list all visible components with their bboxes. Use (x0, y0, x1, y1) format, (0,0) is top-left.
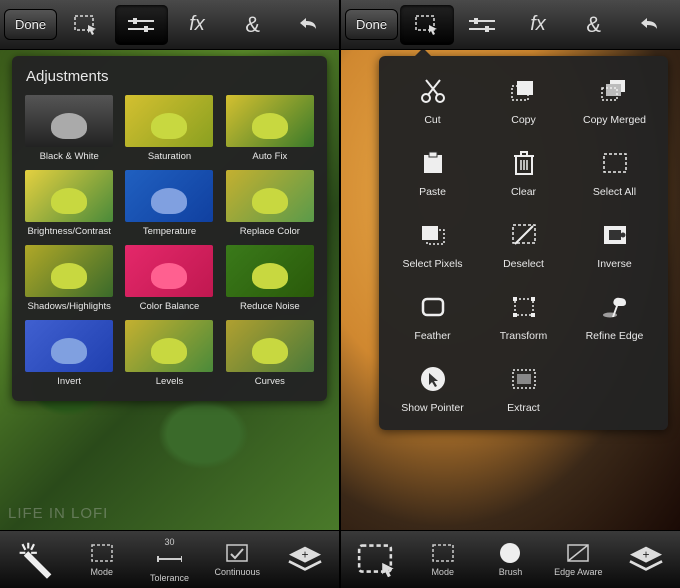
lasso-icon (359, 546, 390, 572)
sel-show-pointer[interactable]: Show Pointer (391, 364, 474, 414)
selection-tool-button[interactable] (59, 5, 113, 45)
sel-clear[interactable]: Clear (482, 148, 565, 198)
wand-button[interactable] (0, 531, 68, 588)
copy-merged-icon (600, 76, 630, 106)
undo-button[interactable] (622, 5, 676, 45)
layers-icon: + (289, 546, 320, 572)
clear-icon (509, 148, 539, 178)
adj-brightness-contrast[interactable]: Brightness/Contrast (22, 170, 116, 237)
brush-button[interactable]: Brush (477, 531, 545, 588)
sel-inverse[interactable]: Inverse (573, 220, 656, 270)
sel-transform[interactable]: Transform (482, 292, 565, 342)
select-pixels-icon (418, 220, 448, 250)
layers-icon: + (630, 546, 661, 572)
feather-icon (418, 292, 448, 322)
svg-text:+: + (643, 547, 650, 561)
adj-auto-fix[interactable]: Auto Fix (223, 95, 317, 162)
done-button[interactable]: Done (345, 9, 398, 40)
adj-invert[interactable]: Invert (22, 320, 116, 387)
canvas-right: Cut Copy Copy Merged Paste Clear Select … (341, 50, 680, 530)
adj-levels[interactable]: Levels (122, 320, 216, 387)
adj-saturation[interactable]: Saturation (122, 95, 216, 162)
tolerance-button[interactable]: 30Tolerance (136, 531, 204, 588)
selection-panel: Cut Copy Copy Merged Paste Clear Select … (379, 56, 668, 430)
cut-icon (418, 76, 448, 106)
selection-tool-button[interactable] (400, 5, 454, 45)
layers-button[interactable]: + (612, 531, 680, 588)
bottombar-right: Mode Brush Edge Aware + (341, 530, 680, 588)
select-all-icon (600, 148, 630, 178)
fx-button[interactable]: fx (511, 5, 565, 45)
screenshot-left: Done fx & LIFE IN LOFI Adjustments Black… (0, 0, 339, 588)
screenshot-right: Done fx & Cut Copy Copy Merged Paste Cle… (341, 0, 680, 588)
canvas-left: LIFE IN LOFI Adjustments Black & White S… (0, 50, 339, 530)
ampersand-button[interactable]: & (226, 5, 280, 45)
panel-title: Adjustments (22, 68, 317, 85)
sel-select-all[interactable]: Select All (573, 148, 656, 198)
adjustments-grid: Black & White Saturation Auto Fix Bright… (22, 95, 317, 387)
mode-button[interactable]: Mode (409, 531, 477, 588)
inverse-icon (600, 220, 630, 250)
sel-extract[interactable]: Extract (482, 364, 565, 414)
mode-icon (430, 542, 456, 564)
layers-button[interactable]: + (271, 531, 339, 588)
watermark: LIFE IN LOFI (8, 505, 108, 522)
adjustments-button[interactable] (456, 5, 510, 45)
sel-deselect[interactable]: Deselect (482, 220, 565, 270)
lasso-button[interactable] (341, 531, 409, 588)
mode-icon (89, 542, 115, 564)
sel-feather[interactable]: Feather (391, 292, 474, 342)
edge-aware-icon (565, 542, 591, 564)
undo-button[interactable] (281, 5, 335, 45)
ampersand-button[interactable]: & (567, 5, 621, 45)
sel-refine-edge[interactable]: Refine Edge (573, 292, 656, 342)
sel-copy-merged[interactable]: Copy Merged (573, 76, 656, 126)
extract-icon (509, 364, 539, 394)
tolerance-icon (156, 548, 182, 570)
adj-black-white[interactable]: Black & White (22, 95, 116, 162)
sel-select-pixels[interactable]: Select Pixels (391, 220, 474, 270)
adjustments-button[interactable] (115, 5, 169, 45)
edge-aware-button[interactable]: Edge Aware (544, 531, 612, 588)
topbar-left: Done fx & (0, 0, 339, 50)
adj-temperature[interactable]: Temperature (122, 170, 216, 237)
adj-color-balance[interactable]: Color Balance (122, 245, 216, 312)
adj-curves[interactable]: Curves (223, 320, 317, 387)
deselect-icon (509, 220, 539, 250)
mode-button[interactable]: Mode (68, 531, 136, 588)
continuous-button[interactable]: Continuous (203, 531, 271, 588)
adj-replace-color[interactable]: Replace Color (223, 170, 317, 237)
selection-grid: Cut Copy Copy Merged Paste Clear Select … (391, 76, 656, 414)
continuous-icon (224, 542, 250, 564)
adjustments-panel: Adjustments Black & White Saturation Aut… (12, 56, 327, 401)
paste-icon (418, 148, 448, 178)
fx-button[interactable]: fx (170, 5, 224, 45)
show-pointer-icon (418, 364, 448, 394)
adj-reduce-noise[interactable]: Reduce Noise (223, 245, 317, 312)
sel-copy[interactable]: Copy (482, 76, 565, 126)
adj-shadows-highlights[interactable]: Shadows/Highlights (22, 245, 116, 312)
sel-paste[interactable]: Paste (391, 148, 474, 198)
topbar-right: Done fx & (341, 0, 680, 50)
transform-icon (509, 292, 539, 322)
sel-cut[interactable]: Cut (391, 76, 474, 126)
bottombar-left: Mode 30Tolerance Continuous + (0, 530, 339, 588)
svg-text:+: + (302, 547, 309, 561)
wand-icon (18, 546, 49, 572)
done-button[interactable]: Done (4, 9, 57, 40)
copy-icon (509, 76, 539, 106)
refine-edge-icon (600, 292, 630, 322)
brush-icon (497, 542, 523, 564)
